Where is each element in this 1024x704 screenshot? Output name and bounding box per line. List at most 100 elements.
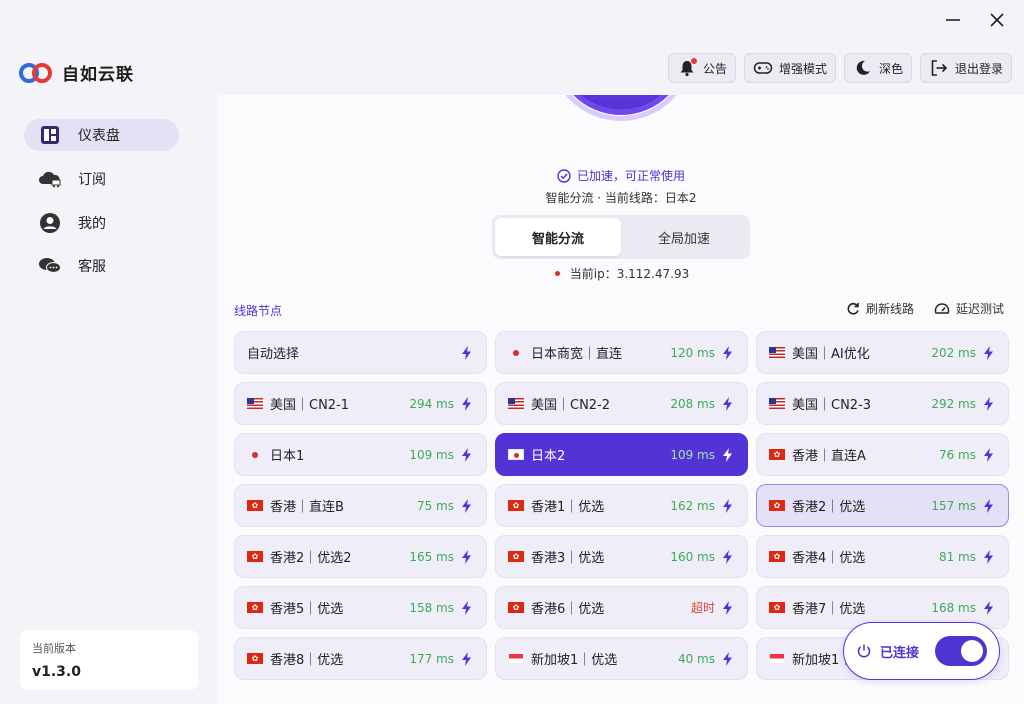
mode-smart-split[interactable]: 智能分流 [495, 218, 621, 256]
nodes-title: 线路节点 [234, 304, 283, 318]
hong-kong-flag-icon: ✿ [769, 602, 785, 613]
node-card[interactable]: 新加坡1｜优选 40 ms [495, 637, 748, 680]
japan-flag-icon [552, 269, 562, 278]
logout-button[interactable]: 退出登录 [919, 53, 1012, 83]
node-name-wrap: 美国｜CN2-3 [769, 394, 931, 413]
node-latency: 75 ms [416, 498, 454, 513]
node-card[interactable]: 美国｜AI优化 202 ms [756, 331, 1009, 374]
japan-flag-icon [247, 449, 263, 460]
japan-flag-icon [508, 449, 524, 460]
lightning-icon [723, 549, 735, 564]
node-name: 美国｜CN2-2 [531, 398, 611, 413]
gamepad-icon [753, 58, 773, 78]
lightning-icon [462, 396, 474, 411]
node-name-wrap: 美国｜CN2-2 [508, 394, 670, 413]
node-card[interactable]: 日本2 109 ms [495, 433, 748, 476]
hong-kong-flag-icon: ✿ [247, 602, 263, 613]
refresh-nodes-label: 刷新线路 [865, 302, 914, 316]
node-name: 日本1 [270, 449, 305, 464]
node-latency: 40 ms [677, 651, 715, 666]
sidebar-item-label: 我的 [78, 216, 106, 232]
node-name: 日本商宽｜直连 [531, 347, 623, 362]
version-card: 当前版本 v1.3.0 [20, 630, 198, 690]
refresh-nodes-button[interactable]: 刷新线路 [846, 300, 914, 317]
mode-global[interactable]: 全局加速 [621, 218, 747, 256]
sidebar-item-subscription[interactable]: 订阅 [24, 163, 179, 195]
node-card[interactable]: 美国｜CN2-2 208 ms [495, 382, 748, 425]
connection-status: 已连接 [880, 645, 920, 661]
node-card[interactable]: 日本1 109 ms [234, 433, 487, 476]
node-card[interactable]: 自动选择 [234, 331, 487, 374]
refresh-icon [847, 302, 859, 314]
enhanced-mode-label: 增强模式 [778, 61, 827, 76]
node-name-wrap: ✿ 香港｜直连B [247, 496, 417, 515]
node-card[interactable]: ✿ 香港4｜优选 81 ms [756, 535, 1009, 578]
current-ip: 当前ip：3.112.47.93 [569, 267, 690, 281]
node-card[interactable]: 美国｜CN2-1 294 ms [234, 382, 487, 425]
node-latency: 177 ms [409, 651, 454, 666]
node-name: 香港5｜优选 [270, 602, 344, 617]
sidebar-item-support[interactable]: 客服 [24, 250, 179, 282]
close-button[interactable] [980, 8, 1014, 32]
lightning-icon [984, 600, 996, 615]
lightning-icon [723, 600, 735, 615]
node-card[interactable]: ✿ 香港5｜优选 158 ms [234, 586, 487, 629]
node-name: 香港8｜优选 [270, 653, 344, 668]
hong-kong-flag-icon: ✿ [769, 500, 785, 511]
node-card[interactable]: ✿ 香港8｜优选 177 ms [234, 637, 487, 680]
node-name: 香港3｜优选 [531, 551, 605, 566]
node-name: 美国｜AI优化 [792, 347, 870, 362]
node-card[interactable]: ✿ 香港1｜优选 162 ms [495, 484, 748, 527]
enhanced-mode-button[interactable]: 增强模式 [743, 53, 836, 83]
node-name: 香港｜直连A [792, 449, 866, 464]
announcement-label: 公告 [702, 61, 727, 76]
node-latency: 202 ms [931, 345, 976, 360]
sidebar-item-dashboard[interactable]: 仪表盘 [24, 119, 179, 151]
hong-kong-flag-icon: ✿ [247, 500, 263, 511]
dark-mode-button[interactable]: 深色 [843, 53, 912, 83]
lightning-icon [462, 549, 474, 564]
announcement-button[interactable]: 公告 [667, 53, 736, 83]
minimize-button[interactable] [936, 8, 970, 32]
user-icon [38, 211, 62, 235]
hong-kong-flag-icon: ✿ [769, 449, 785, 460]
status-line: 已加速，可正常使用 [218, 167, 1024, 184]
us-flag-icon [769, 398, 785, 409]
lightning-icon [723, 498, 735, 513]
check-circle-icon [557, 168, 571, 183]
gauge-icon [934, 302, 950, 314]
node-card[interactable]: ✿ 香港3｜优选 160 ms [495, 535, 748, 578]
lightning-icon [723, 345, 735, 360]
node-name-wrap: ✿ 香港5｜优选 [247, 598, 409, 617]
node-card[interactable]: ✿ 香港2｜优选 157 ms [756, 484, 1009, 527]
node-card[interactable]: ✿ 香港｜直连B 75 ms [234, 484, 487, 527]
connection-toggle[interactable] [935, 636, 987, 666]
app-name: 自如云联 [62, 65, 134, 85]
version-label: 当前版本 [32, 642, 76, 655]
node-card[interactable]: ✿ 香港6｜优选 超时 [495, 586, 748, 629]
us-flag-icon [508, 398, 524, 409]
us-flag-icon [247, 398, 263, 409]
sidebar-item-me[interactable]: 我的 [24, 207, 179, 239]
status-detail: 智能分流 · 当前线路：日本2 [545, 191, 697, 205]
nodes-actions: 刷新线路 延迟测试 [846, 300, 1004, 317]
node-card[interactable]: 美国｜CN2-3 292 ms [756, 382, 1009, 425]
node-name: 香港2｜优选 [792, 500, 866, 515]
node-latency: 81 ms [938, 549, 976, 564]
node-latency: 168 ms [931, 600, 976, 615]
node-name-wrap: 美国｜AI优化 [769, 343, 931, 362]
lightning-icon [984, 549, 996, 564]
node-latency: 109 ms [409, 447, 454, 462]
node-name-wrap: ✿ 香港4｜优选 [769, 547, 939, 566]
node-card[interactable]: ✿ 香港｜直连A 76 ms [756, 433, 1009, 476]
node-card[interactable]: 日本商宽｜直连 120 ms [495, 331, 748, 374]
node-latency: 162 ms [670, 498, 715, 513]
lightning-icon [462, 651, 474, 666]
node-card[interactable]: ✿ 香港2｜优选2 165 ms [234, 535, 487, 578]
latency-test-button[interactable]: 延迟测试 [934, 300, 1004, 317]
accelerate-orb[interactable] [548, 95, 694, 121]
lightning-icon [462, 600, 474, 615]
lightning-icon [984, 498, 996, 513]
node-latency: 76 ms [938, 447, 976, 462]
node-name-wrap: ✿ 香港2｜优选 [769, 496, 931, 515]
